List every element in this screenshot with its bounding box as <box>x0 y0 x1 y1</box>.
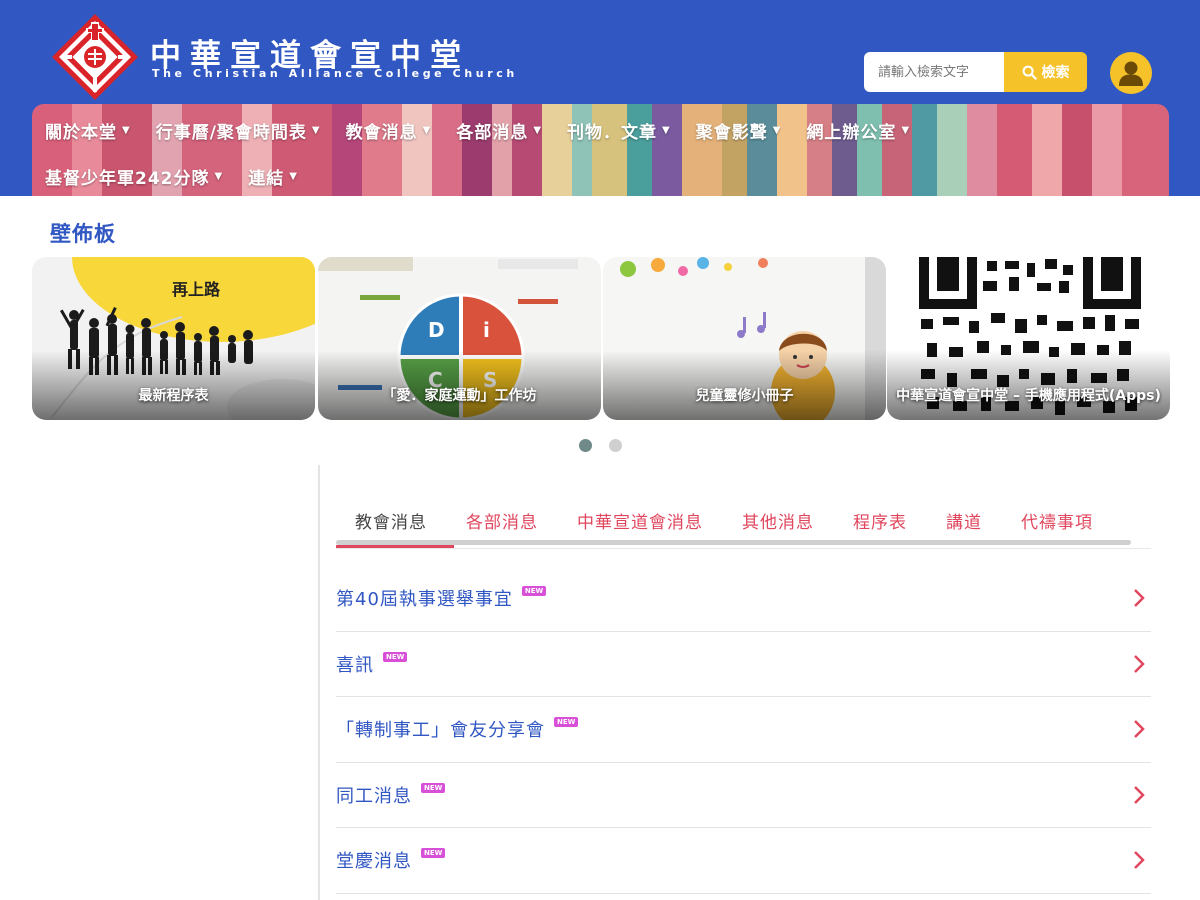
nav-item-label: 基督少年軍242分隊 <box>45 169 210 189</box>
carousel-dot-1[interactable] <box>579 439 592 452</box>
caret-down-icon: ▼ <box>901 125 911 136</box>
card-caption-shade <box>32 350 315 420</box>
nav-item-label: 教會消息 <box>345 123 418 143</box>
nav-item-boys-brigade[interactable]: 基督少年軍242分隊 ▼ <box>45 164 223 189</box>
bulletin-card-program[interactable]: 再上路 最新程序表 <box>32 257 315 420</box>
nav-item-label: 行事曆/聚會時間表 <box>155 123 307 143</box>
news-item[interactable]: 同工消息 NEW <box>336 763 1151 828</box>
caret-down-icon: ▼ <box>662 125 671 136</box>
news-item[interactable]: 「轉制事工」會友分享會 NEW <box>336 697 1151 763</box>
nav-item-department-news[interactable]: 各部消息 ▼ <box>456 118 542 143</box>
new-badge: NEW <box>421 782 446 793</box>
main-nav: 關於本堂 ▼ 行事曆/聚會時間表 ▼ 教會消息 ▼ 各部消息 ▼ 刊物．文章 ▼ 聚會影聲… <box>32 104 1169 196</box>
nav-row-2: 基督少年軍242分隊 ▼ 連結 ▼ <box>45 164 323 189</box>
nav-item-calendar[interactable]: 行事曆/聚會時間表 ▼ <box>156 118 321 143</box>
card-caption: 最新程序表 <box>138 388 209 404</box>
user-account-button[interactable] <box>1110 52 1152 94</box>
user-icon <box>1119 61 1143 86</box>
card-caption: 「愛．家庭運動」工作坊 <box>382 388 537 404</box>
caret-down-icon: ▼ <box>122 125 131 136</box>
column-divider <box>318 465 320 900</box>
site-subtitle: The Christian Alliance College Church <box>152 67 518 80</box>
news-title: 第40屆執事選舉事宜 <box>336 589 513 611</box>
carousel-dot-2[interactable] <box>609 439 622 452</box>
new-badge: NEW <box>521 586 547 597</box>
nav-item-links[interactable]: 連結 ▼ <box>248 164 298 189</box>
news-title: 堂慶消息 <box>336 851 412 873</box>
nav-item-online-office[interactable]: 網上辦公室 ▼ <box>806 118 910 143</box>
news-title: 「轉制事工」會友分享會 <box>336 720 545 742</box>
bulletin-card-kids-devotion[interactable]: 兒童靈修小冊子 <box>603 257 886 420</box>
caret-down-icon: ▼ <box>311 125 321 136</box>
news-item[interactable]: 第40屆執事選舉事宜 NEW <box>336 566 1151 632</box>
caret-down-icon: ▼ <box>422 125 432 136</box>
chevron-right-icon <box>1134 654 1145 673</box>
chevron-right-icon <box>1134 851 1145 870</box>
news-item[interactable]: 喜訊 NEW <box>336 632 1151 697</box>
news-title: 同工消息 <box>336 785 412 807</box>
caret-down-icon: ▼ <box>289 171 298 182</box>
bulletin-card-mobile-app[interactable]: 中華宣道會宣中堂 – 手機應用程式(Apps) <box>887 257 1170 420</box>
nav-item-label: 網上辦公室 <box>806 123 897 143</box>
new-badge: NEW <box>421 848 446 859</box>
caret-down-icon: ▼ <box>772 125 782 136</box>
search-input[interactable] <box>864 52 1005 92</box>
chevron-right-icon <box>1134 720 1145 739</box>
bulletin-card-family-workshop[interactable]: D i C S 「愛．家庭運動」工作坊 <box>318 257 601 420</box>
tabs-divider <box>336 548 1151 549</box>
search-button[interactable]: 檢索 <box>1004 52 1087 92</box>
chevron-right-icon <box>1134 589 1145 608</box>
nav-item-church-news[interactable]: 教會消息 ▼ <box>346 118 432 143</box>
nav-item-label: 連結 <box>248 169 285 189</box>
nav-item-label: 關於本堂 <box>45 123 117 143</box>
nav-item-about[interactable]: 關於本堂 ▼ <box>45 118 131 143</box>
nav-item-media[interactable]: 聚會影聲 ▼ <box>696 118 782 143</box>
caret-down-icon: ▼ <box>533 125 543 136</box>
nav-item-publications[interactable]: 刊物．文章 ▼ <box>567 118 671 143</box>
tabs-scrollbar[interactable] <box>336 540 1131 545</box>
news-title: 喜訊 <box>336 654 374 676</box>
card-caption-shade <box>603 350 886 420</box>
nav-item-label: 刊物．文章 <box>567 123 658 143</box>
disc-letter-i: i <box>483 318 490 342</box>
bulletin-title: 壁佈板 <box>50 222 116 246</box>
program-cover-slogan: 再上路 <box>172 280 221 299</box>
card-caption: 中華宣道會宣中堂 – 手機應用程式(Apps) <box>896 388 1161 404</box>
nav-item-label: 聚會影聲 <box>695 123 768 143</box>
news-item[interactable]: 堂慶消息 NEW <box>336 828 1151 894</box>
search-button-label: 檢索 <box>1041 65 1070 81</box>
disc-letter-d: D <box>428 318 445 342</box>
new-badge: NEW <box>554 717 579 728</box>
caret-down-icon: ▼ <box>214 171 224 182</box>
card-caption: 兒童靈修小冊子 <box>695 388 794 404</box>
card-caption-shade <box>318 350 601 420</box>
nav-row-1: 關於本堂 ▼ 行事曆/聚會時間表 ▼ 教會消息 ▼ 各部消息 ▼ 刊物．文章 ▼ 聚會影聲… <box>45 118 935 143</box>
new-badge: NEW <box>383 651 408 662</box>
news-list: 第40屆執事選舉事宜 NEW 喜訊 NEW 「轉制事工」會友分享會 NEW 同工… <box>336 566 1151 894</box>
church-logo[interactable] <box>50 12 140 102</box>
nav-item-label: 各部消息 <box>456 123 529 143</box>
search-icon <box>1022 65 1037 80</box>
chevron-right-icon <box>1134 785 1145 804</box>
card-caption-shade <box>887 350 1170 420</box>
